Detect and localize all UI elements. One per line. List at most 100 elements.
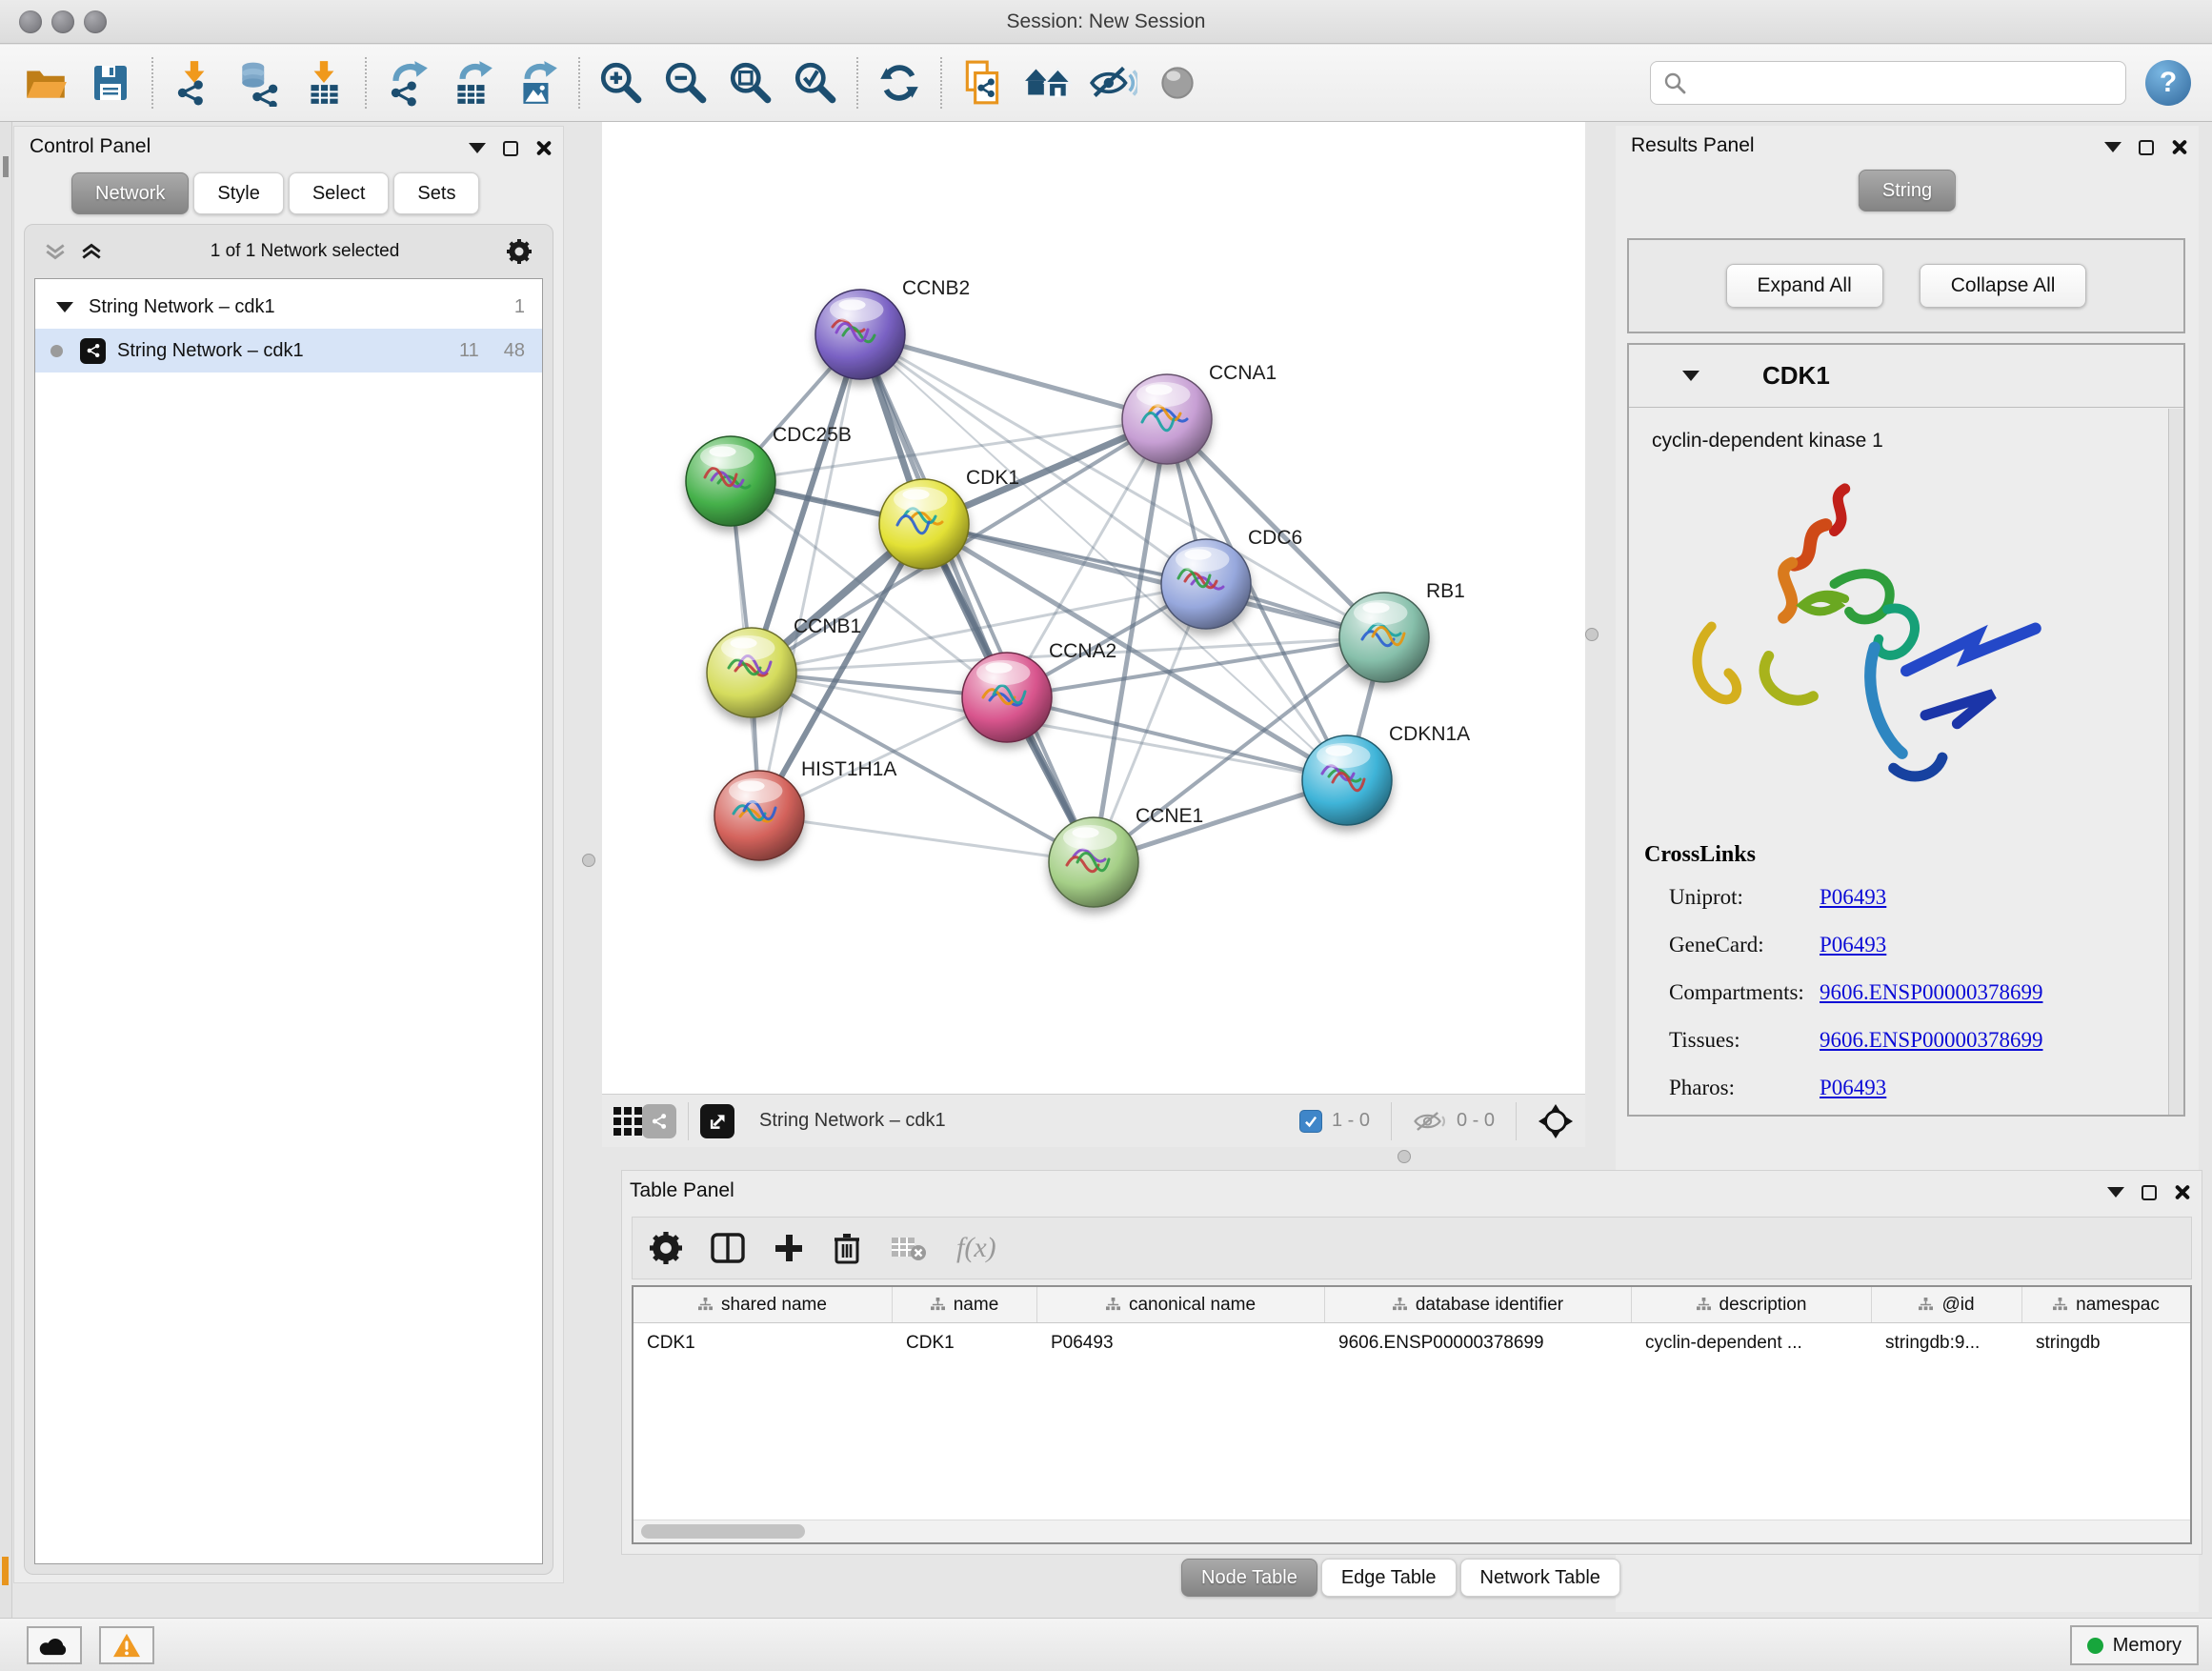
tab-edge-table[interactable]: Edge Table: [1321, 1559, 1457, 1597]
import-network-from-database-button[interactable]: [227, 52, 292, 113]
tab-network[interactable]: Network: [71, 172, 189, 214]
tab-network-table[interactable]: Network Table: [1460, 1559, 1620, 1597]
zoom-fit-button[interactable]: [718, 52, 783, 113]
network-canvas[interactable]: CCNB2CCNA1CDC25BCDK1CDC6RB1CCNB1CCNA2CDK…: [602, 122, 1585, 1094]
network-edge[interactable]: [759, 334, 860, 815]
network-node[interactable]: [815, 290, 905, 379]
delete-column-icon[interactable]: [833, 1232, 861, 1264]
column-header[interactable]: description: [1632, 1287, 1872, 1322]
gear-icon[interactable]: [507, 239, 532, 264]
attribute-icon: [2053, 1298, 2067, 1312]
network-node[interactable]: [707, 628, 796, 717]
tab-select[interactable]: Select: [289, 172, 390, 214]
crosslink-link[interactable]: 9606.ENSP00000378699: [1820, 980, 2043, 1005]
tab-node-table[interactable]: Node Table: [1181, 1559, 1317, 1597]
float-panel-icon[interactable]: [503, 141, 518, 156]
gene-section-header[interactable]: CDK1: [1629, 345, 2183, 408]
export-network-button[interactable]: [375, 52, 440, 113]
column-header[interactable]: shared name: [633, 1287, 893, 1322]
cloud-status-button[interactable]: [27, 1626, 82, 1664]
import-network-from-file-button[interactable]: [162, 52, 227, 113]
table-horizontal-scrollbar[interactable]: [633, 1520, 2190, 1542]
hidden-eye-icon[interactable]: [1413, 1109, 1447, 1134]
left-strip-handle[interactable]: [3, 156, 9, 177]
results-scrollbar[interactable]: [2168, 409, 2183, 1115]
network-edge[interactable]: [924, 524, 1384, 637]
import-network-icon: [171, 59, 218, 107]
network-node[interactable]: [714, 771, 804, 860]
share-document-button[interactable]: [951, 52, 1016, 113]
open-session-button[interactable]: [13, 52, 78, 113]
crosslink-label: GeneCard:: [1629, 933, 1820, 957]
network-node[interactable]: [1122, 374, 1212, 464]
import-table-from-file-button[interactable]: [292, 52, 356, 113]
network-node[interactable]: [879, 479, 969, 569]
close-panel-icon[interactable]: [2174, 1184, 2190, 1200]
network-node[interactable]: [1339, 593, 1429, 682]
string-home-button[interactable]: [1016, 52, 1080, 113]
network-collection-row[interactable]: String Network – cdk1 1: [35, 285, 542, 329]
float-panel-icon[interactable]: [2142, 1185, 2157, 1200]
zoom-out-button[interactable]: [654, 52, 718, 113]
details-level-button[interactable]: [1145, 52, 1210, 113]
table-gear-icon[interactable]: [650, 1232, 682, 1264]
close-panel-icon[interactable]: [535, 140, 552, 156]
collapse-all-button[interactable]: Collapse All: [1920, 264, 2087, 308]
fit-selected-crosshair-icon[interactable]: [1538, 1103, 1574, 1139]
network-edge[interactable]: [759, 815, 1094, 862]
network-node[interactable]: [686, 436, 775, 526]
add-column-icon[interactable]: [774, 1233, 804, 1263]
crosslink-link[interactable]: 9606.ENSP00000378699: [1820, 1028, 2043, 1053]
disclosure-triangle-icon[interactable]: [56, 302, 73, 312]
crosslink-link[interactable]: P06493: [1820, 933, 1886, 957]
right-splitter-handle[interactable]: [1585, 628, 1599, 641]
show-columns-icon[interactable]: [711, 1232, 745, 1264]
network-edge[interactable]: [860, 334, 1094, 862]
network-row-selected[interactable]: String Network – cdk1 11 48: [35, 329, 542, 372]
left-splitter-handle[interactable]: [582, 854, 595, 867]
scrollbar-thumb[interactable]: [641, 1524, 805, 1539]
close-panel-icon[interactable]: [2171, 139, 2187, 155]
hide-graphics-button[interactable]: [1080, 52, 1145, 113]
panel-menu-icon[interactable]: [469, 143, 486, 153]
tab-style[interactable]: Style: [193, 172, 283, 214]
expand-all-button[interactable]: Expand All: [1726, 264, 1883, 308]
grid-view-icon[interactable]: [613, 1107, 642, 1136]
birds-eye-toggle-icon[interactable]: [642, 1104, 676, 1138]
horizontal-splitter-handle[interactable]: [1398, 1150, 1411, 1163]
crosslink-link[interactable]: P06493: [1820, 885, 1886, 910]
attribute-icon: [1919, 1298, 1933, 1312]
tab-string[interactable]: String: [1859, 170, 1956, 211]
zoom-selected-button[interactable]: [783, 52, 848, 113]
search-input[interactable]: [1697, 72, 2114, 94]
network-node[interactable]: [1161, 539, 1251, 629]
zoom-in-button[interactable]: [589, 52, 654, 113]
panel-menu-icon[interactable]: [2107, 1187, 2124, 1198]
panel-menu-icon[interactable]: [2104, 142, 2122, 152]
apply-layout-button[interactable]: [867, 52, 932, 113]
expand-all-chevron-icon[interactable]: [80, 242, 103, 261]
section-disclosure-icon[interactable]: [1682, 371, 1699, 381]
memory-button[interactable]: Memory: [2070, 1625, 2199, 1665]
crosslink-link[interactable]: P06493: [1820, 1076, 1886, 1100]
export-image-button[interactable]: [505, 52, 570, 113]
network-node[interactable]: [1049, 817, 1138, 907]
save-session-button[interactable]: [78, 52, 143, 113]
column-header[interactable]: canonical name: [1037, 1287, 1325, 1322]
column-header[interactable]: name: [893, 1287, 1037, 1322]
collapse-all-chevron-icon[interactable]: [44, 242, 67, 261]
table-row[interactable]: CDK1 CDK1 P06493 9606.ENSP00000378699 cy…: [633, 1323, 2190, 1363]
column-header[interactable]: database identifier: [1325, 1287, 1632, 1322]
export-table-icon: [449, 59, 496, 107]
detach-view-icon[interactable]: [700, 1104, 734, 1138]
help-button[interactable]: ?: [2145, 60, 2191, 106]
column-header[interactable]: namespac: [2022, 1287, 2190, 1322]
export-table-button[interactable]: [440, 52, 505, 113]
float-panel-icon[interactable]: [2139, 140, 2154, 155]
network-node[interactable]: [962, 653, 1052, 742]
network-node[interactable]: [1302, 735, 1392, 825]
selected-checkbox[interactable]: [1299, 1110, 1322, 1133]
column-header[interactable]: @id: [1872, 1287, 2022, 1322]
tab-sets[interactable]: Sets: [393, 172, 479, 214]
warnings-button[interactable]: [99, 1626, 154, 1664]
